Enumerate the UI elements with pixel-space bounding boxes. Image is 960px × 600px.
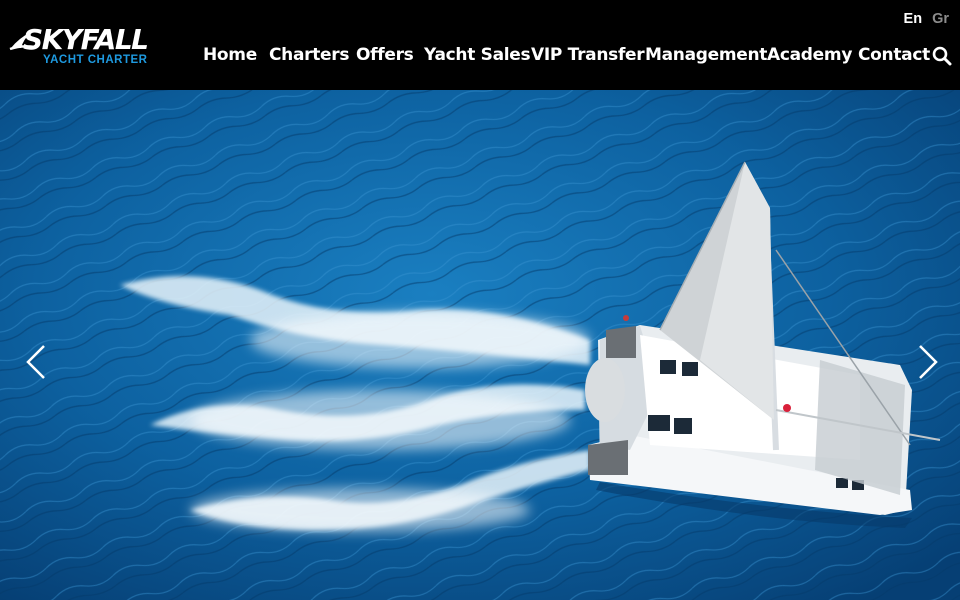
language-en[interactable]: En (904, 11, 923, 27)
slider-prev-button[interactable] (22, 342, 52, 382)
brand-name: SKYFALL (23, 23, 149, 56)
nav-item-vip-transfer[interactable]: VIP Transfer (531, 44, 645, 66)
nav-item-charters[interactable]: Charters (269, 44, 350, 66)
hero-image-catamaran (0, 90, 960, 600)
slider-next-button[interactable] (912, 342, 942, 382)
hero-slider (0, 90, 960, 600)
language-gr[interactable]: Gr (932, 11, 949, 27)
nav-item-management[interactable]: Management (645, 44, 767, 66)
language-switcher: En Gr (904, 11, 949, 27)
nav-item-yacht-sales[interactable]: Yacht Sales (424, 44, 531, 66)
brand-logo[interactable]: SKYFALL YACHT CHARTER (9, 24, 149, 68)
search-icon[interactable] (932, 46, 952, 66)
nav-item-offers[interactable]: Offers (356, 44, 414, 66)
site-header: SKYFALL YACHT CHARTER En Gr Home Charter… (0, 0, 960, 90)
nav-item-contact[interactable]: Contact (858, 44, 930, 66)
brand-tagline: YACHT CHARTER (43, 54, 148, 66)
nav-item-home[interactable]: Home (203, 44, 257, 66)
nav-item-academy[interactable]: Academy (767, 44, 852, 66)
